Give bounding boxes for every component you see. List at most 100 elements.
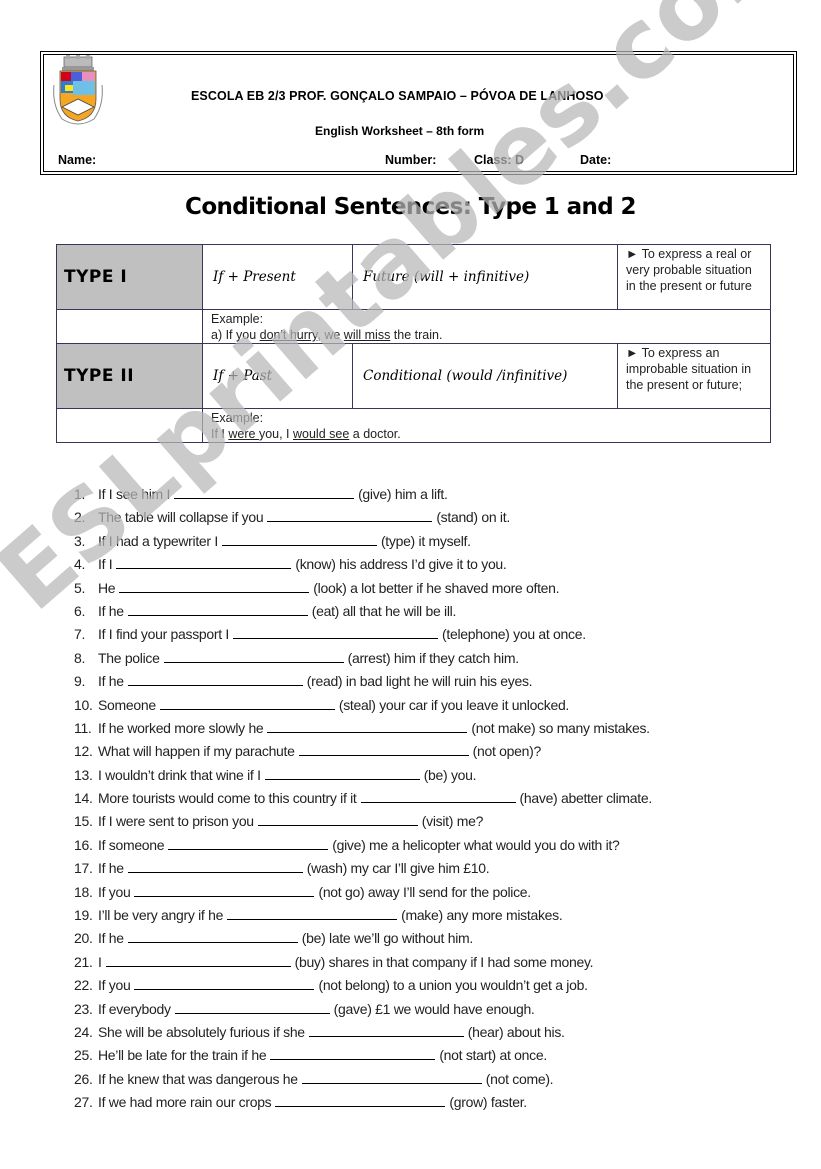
exercise-number: 8.	[74, 649, 86, 666]
answer-blank[interactable]	[105, 952, 291, 967]
type1-if-clause: If + Present	[202, 244, 353, 310]
answer-blank[interactable]	[134, 882, 315, 897]
exercise-item: 17. If he (wash) my car I’ll give him £10.	[74, 858, 774, 881]
exercise-verb-hint: (read) in bad light he will ruin his eye…	[306, 673, 533, 690]
exercise-item: 13. I wouldn’t drink that wine if I (be) y…	[74, 765, 774, 788]
example-underlined: will miss	[343, 328, 391, 342]
exercise-item: 16. If someone (give) me a helicopter what…	[74, 835, 774, 858]
exercise-prompt: If he	[98, 602, 124, 619]
exercise-prompt: If he	[98, 930, 124, 947]
exercise-item: 21. I (buy) shares in that company if I ha…	[74, 952, 774, 975]
answer-blank[interactable]	[301, 1069, 482, 1084]
exercise-number: 27.	[74, 1094, 93, 1111]
answer-blank[interactable]	[174, 484, 355, 499]
exercise-verb-hint: (type) it myself.	[380, 532, 471, 549]
answer-blank[interactable]	[270, 1045, 436, 1061]
exercise-number: 25.	[74, 1047, 93, 1064]
exercise-verb-hint: (not open)?	[472, 743, 542, 760]
answer-blank[interactable]	[116, 554, 292, 570]
exercise-prompt: Someone	[98, 696, 156, 713]
type2-main-clause: Conditional (would /infinitive)	[352, 343, 618, 409]
exercise-item: 3. If I had a typewriter I (type) it mysel…	[74, 531, 774, 554]
answer-blank[interactable]	[298, 741, 469, 757]
example-underlined: don't hurry	[259, 328, 318, 342]
exercise-item: 4. If I (know) his address I’d give it to …	[74, 554, 774, 577]
exercise-number: 18.	[74, 883, 93, 900]
answer-blank[interactable]	[267, 507, 433, 523]
exercise-item: 24. She will be absolutely furious if she…	[74, 1022, 774, 1045]
exercise-prompt: The table will collapse if you	[98, 509, 264, 526]
answer-blank[interactable]	[308, 1022, 464, 1037]
class-label: Class: D	[474, 153, 525, 167]
answer-blank[interactable]	[168, 835, 329, 850]
answer-blank[interactable]	[360, 788, 516, 804]
type2-example: Example: If I were you, I would see a do…	[202, 408, 771, 443]
answer-blank[interactable]	[127, 671, 303, 687]
exercise-number: 11.	[74, 719, 92, 736]
answer-blank[interactable]	[257, 811, 418, 827]
type1-example-row: Example: a) If you don't hurry, we will …	[56, 309, 771, 344]
exercise-prompt: If he	[98, 673, 124, 690]
exercise-item: 22. If you (not belong) to a union you wou…	[74, 975, 774, 998]
exercise-verb-hint: (give) me a helicopter what would you do…	[332, 836, 620, 853]
exercise-verb-hint: (not make) so many mistakes.	[471, 719, 650, 736]
exercise-number: 24.	[74, 1023, 93, 1040]
type2-if-clause: If + Past	[202, 343, 353, 409]
answer-blank[interactable]	[275, 1092, 446, 1108]
exercise-item: 1. If I see him I (give) him a lift.	[74, 484, 774, 507]
exercise-verb-hint: (grow) faster.	[449, 1094, 527, 1111]
exercise-verb-hint: (telephone) you at once.	[442, 626, 586, 643]
answer-blank[interactable]	[134, 975, 315, 991]
exercise-prompt: If I see him I	[98, 486, 171, 502]
answer-blank[interactable]	[221, 531, 377, 546]
answer-blank[interactable]	[264, 765, 420, 780]
exercise-item: 7. If I find your passport I (telephone) y…	[74, 624, 774, 647]
exercise-verb-hint: (steal) your car if you leave it unlocke…	[338, 696, 570, 713]
exercise-number: 6.	[74, 602, 86, 619]
example-underlined: were	[228, 427, 259, 441]
example-text: you, I	[258, 427, 293, 441]
exercise-verb-hint: (not go) away I’ll send for the police.	[318, 883, 531, 900]
exercise-verb-hint: (hear) about his.	[467, 1023, 565, 1040]
exercise-item: 27. If we had more rain our crops (grow) f…	[74, 1092, 774, 1115]
exercise-verb-hint: (be) late we’ll go without him.	[301, 930, 474, 947]
exercise-verb-hint: (look) a lot better if he shaved more of…	[313, 579, 560, 596]
answer-blank[interactable]	[159, 695, 335, 710]
exercise-verb-hint: (visit) me?	[421, 813, 484, 830]
exercise-verb-hint: (buy) shares in that company if I had so…	[294, 953, 594, 970]
exercise-item: 8. The police (arrest) him if they catch h…	[74, 648, 774, 671]
exercise-verb-hint: (eat) all that he will be ill.	[311, 602, 457, 619]
answer-blank[interactable]	[174, 999, 330, 1014]
example-text: If I	[211, 427, 229, 441]
exercise-prompt: If he worked more slowly he	[98, 719, 264, 736]
answer-blank[interactable]	[119, 578, 310, 593]
answer-blank[interactable]	[127, 601, 308, 616]
type1-example: Example: a) If you don't hurry, we will …	[202, 309, 771, 344]
answer-blank[interactable]	[227, 905, 398, 921]
answer-blank[interactable]	[233, 624, 439, 640]
exercise-number: 4.	[74, 556, 86, 573]
exercise-number: 20.	[74, 930, 93, 947]
exercise-prompt: If I had a typewriter I	[98, 532, 218, 549]
empty-cell	[56, 309, 203, 344]
exercise-number: 16.	[74, 836, 93, 853]
exercise-prompt: If he	[98, 860, 124, 877]
exercise-verb-hint: (wash) my car I’ll give him £10.	[306, 860, 490, 877]
exercise-verb-hint: (know) his address I’d give it to you.	[295, 556, 507, 573]
exercise-item: 26. If he knew that was dangerous he (not …	[74, 1069, 774, 1092]
answer-blank[interactable]	[267, 718, 468, 733]
number-label: Number:	[385, 153, 437, 167]
exercise-item: 15. If I were sent to prison you (visit) m…	[74, 811, 774, 834]
exercise-prompt: I’ll be very angry if he	[98, 907, 224, 924]
answer-blank[interactable]	[127, 858, 303, 874]
example-sentence: If I were you, I would see a doctor.	[211, 426, 770, 442]
exercise-item: 5. He (look) a lot better if he shaved mor…	[74, 578, 774, 601]
exercise-number: 12.	[74, 743, 93, 760]
exercise-prompt: He’ll be late for the train if he	[98, 1047, 267, 1064]
exercise-number: 15.	[74, 813, 93, 830]
answer-blank[interactable]	[163, 648, 344, 663]
exercise-verb-hint: (give) him a lift.	[358, 486, 448, 502]
answer-blank[interactable]	[127, 928, 298, 944]
exercise-prompt: If I were sent to prison you	[98, 813, 254, 830]
exercise-prompt: If I	[98, 556, 113, 573]
